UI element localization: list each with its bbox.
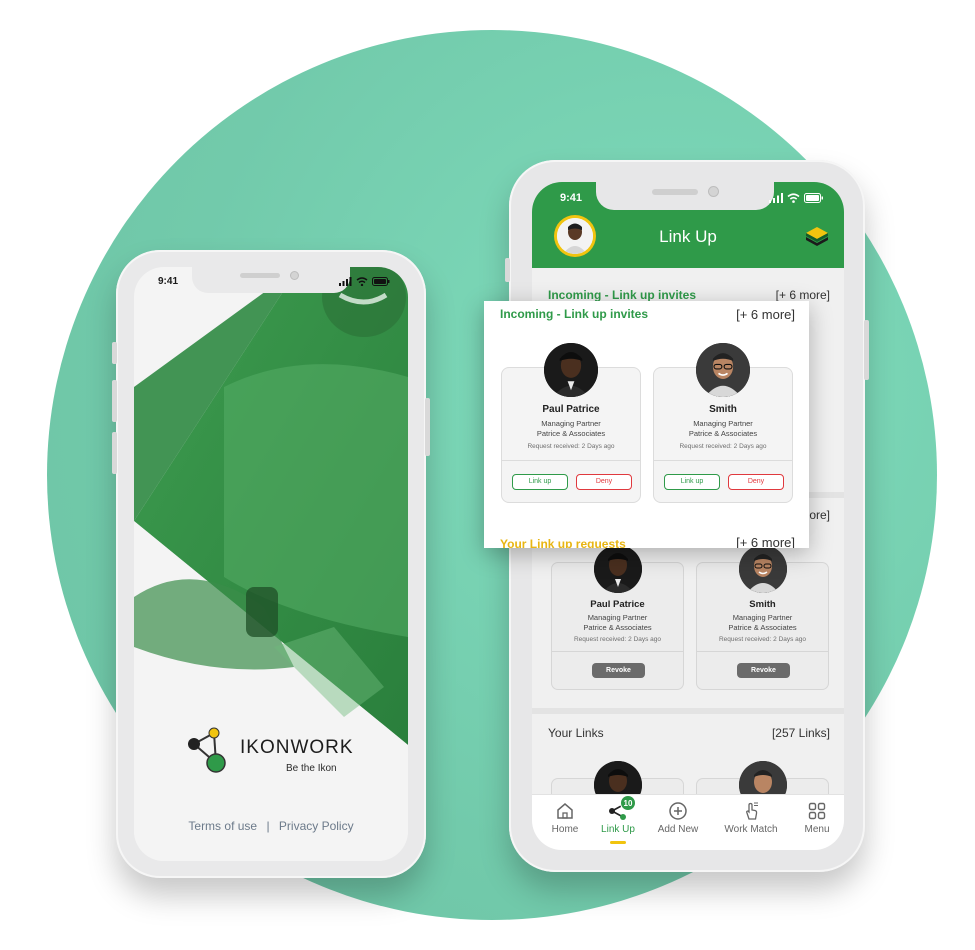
status-icons <box>769 193 824 203</box>
phone-volume-down <box>112 432 117 474</box>
deny-button[interactable]: Deny <box>576 474 632 490</box>
link-up-button[interactable]: Link up <box>664 474 720 490</box>
status-time: 9:41 <box>560 192 583 204</box>
contact-photo <box>739 545 787 593</box>
request-date: Request received: 2 Days ago <box>527 443 615 450</box>
links-count[interactable]: [257 Links] <box>772 726 830 740</box>
brand-logo: IKONWORK Be the Ikon <box>184 727 354 787</box>
more-count[interactable]: [+ 6 more] <box>736 307 795 322</box>
incoming-invites-popout: Incoming - Link up invites [+ 6 more] Pa… <box>484 301 809 548</box>
hand-pointer-icon <box>746 802 758 820</box>
contact-name: Paul Patrice <box>542 404 600 415</box>
section-divider <box>532 708 844 714</box>
contact-avatar <box>739 545 787 593</box>
card-divider <box>502 460 640 461</box>
nav-link-up[interactable]: Link Up 10 <box>588 795 648 844</box>
link-up-button[interactable]: Link up <box>512 474 568 490</box>
page-title: Link Up <box>659 227 717 246</box>
phone-power-button <box>425 398 430 456</box>
status-bar: 9:41 <box>560 192 824 206</box>
status-time: 9:41 <box>158 276 179 287</box>
nav-label: Add New <box>657 824 699 835</box>
signal-icon <box>769 193 783 203</box>
deny-button[interactable]: Deny <box>728 474 784 490</box>
card-divider <box>654 460 792 461</box>
contact-avatar <box>594 545 642 593</box>
contact-role: Managing Partner <box>732 613 793 622</box>
battery-icon <box>372 277 390 286</box>
status-icons <box>339 277 390 286</box>
card-divider <box>552 651 683 652</box>
contact-company: Patrice & Associates <box>536 429 606 438</box>
nav-label: Work Match <box>724 824 778 835</box>
notification-badge: 10 <box>620 795 636 811</box>
nav-label: Link Up <box>601 824 635 835</box>
battery-icon <box>804 193 823 203</box>
nav-menu[interactable]: Menu <box>792 801 842 835</box>
more-count: [+ 6 more] <box>736 535 795 548</box>
wifi-icon <box>356 277 368 286</box>
request-date: Request received: 2 Days ago <box>679 443 767 450</box>
home-icon <box>557 803 573 819</box>
request-card: Paul Patrice Managing Partner Patrice & … <box>551 545 684 690</box>
contact-name: Smith <box>749 599 776 610</box>
contact-photo <box>696 343 750 397</box>
contact-name: Paul Patrice <box>590 599 645 610</box>
phone-mute-switch <box>112 342 117 364</box>
contact-photo <box>544 343 598 397</box>
bottom-navigation: Home Link Up 10 Add New Work Match Menu <box>532 794 844 850</box>
status-bar: 9:41 <box>158 276 390 290</box>
active-indicator <box>610 841 626 844</box>
section-title: Your Link up requests <box>500 537 626 548</box>
contact-avatar <box>696 343 750 397</box>
section-title: Incoming - Link up invites <box>500 307 649 321</box>
brand-tagline: Be the Ikon <box>286 763 337 774</box>
phone-volume-up <box>112 380 117 422</box>
section-title: Your Links <box>548 726 604 740</box>
more-count[interactable]: [+ 6 more] <box>776 288 830 302</box>
contact-company: Patrice & Associates <box>583 623 652 632</box>
invite-card: Smith Managing Partner Patrice & Associa… <box>653 343 793 503</box>
revoke-button[interactable]: Revoke <box>592 663 645 678</box>
contact-role: Managing Partner <box>693 419 753 428</box>
contact-name: Smith <box>709 404 737 415</box>
request-date: Request received: 2 Days ago <box>573 636 662 643</box>
showcase-stage: 9:41 IKONWORK Be the Ikon Terms of use |… <box>0 0 975 950</box>
nav-add-new[interactable]: Add New <box>648 801 708 835</box>
phone-power-button <box>864 320 869 380</box>
layers-icon[interactable] <box>804 224 830 250</box>
signal-icon <box>339 277 352 286</box>
nav-label: Menu <box>804 824 830 835</box>
splash-screen: 9:41 IKONWORK Be the Ikon Terms of use |… <box>134 267 408 861</box>
contact-role: Managing Partner <box>587 613 648 622</box>
request-date: Request received: 2 Days ago <box>718 636 807 643</box>
link-separator: | <box>266 819 270 833</box>
terms-link[interactable]: Terms of use <box>188 819 257 833</box>
invite-card: Paul Patrice Managing Partner Patrice & … <box>501 343 641 503</box>
left-phone: 9:41 IKONWORK Be the Ikon Terms of use |… <box>112 250 430 878</box>
section-title: Incoming - Link up invites <box>548 288 697 302</box>
contact-photo <box>594 545 642 593</box>
privacy-link[interactable]: Privacy Policy <box>279 819 354 833</box>
contact-avatar <box>544 343 598 397</box>
legal-links: Terms of use | Privacy Policy <box>134 819 408 833</box>
contact-company: Patrice & Associates <box>688 429 758 438</box>
wifi-icon <box>787 193 800 203</box>
brand-name: IKONWORK <box>240 737 354 758</box>
revoke-button[interactable]: Revoke <box>737 663 790 678</box>
nav-work-match[interactable]: Work Match <box>716 801 786 835</box>
contact-company: Patrice & Associates <box>728 623 797 632</box>
nav-label: Home <box>551 824 579 835</box>
contact-role: Managing Partner <box>541 419 601 428</box>
card-divider <box>697 651 828 652</box>
ikonwork-logo-icon <box>188 727 226 773</box>
request-card: Smith Managing Partner Patrice & Associa… <box>696 545 829 690</box>
add-circle-icon <box>669 802 687 820</box>
nav-home[interactable]: Home <box>535 801 595 835</box>
grid-icon <box>808 802 826 820</box>
phone-mute-switch <box>505 258 510 282</box>
